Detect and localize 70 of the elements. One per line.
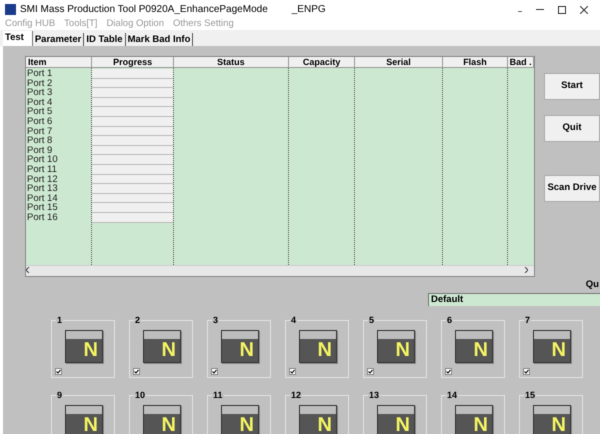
tab[interactable]: Test bbox=[3, 31, 33, 46]
table-cell-text: Port 11 bbox=[26, 164, 58, 175]
status-letter: N bbox=[82, 339, 99, 362]
port-number: 6 bbox=[446, 315, 454, 325]
port-number: 13 bbox=[368, 390, 380, 400]
column-header[interactable]: Status bbox=[174, 57, 289, 68]
table-cell-text: Port 13 bbox=[26, 184, 59, 194]
column-header[interactable]: Flash bbox=[442, 57, 508, 68]
table-cell-text: Port 5 bbox=[26, 107, 54, 117]
port-number: 5 bbox=[368, 315, 376, 325]
port-checkbox[interactable] bbox=[289, 368, 296, 375]
port-checkbox[interactable] bbox=[445, 368, 452, 375]
status-letter: N bbox=[238, 414, 255, 434]
table-cell-text: Port 16 bbox=[26, 212, 59, 222]
status-letter: N bbox=[472, 414, 489, 434]
window-title: SMI Mass Production Tool P0920A_EnhancePageMode bbox=[20, 3, 268, 17]
table-cell-text: Port 3 bbox=[26, 88, 54, 98]
close-icon[interactable] bbox=[580, 6, 588, 14]
port-checkbox[interactable] bbox=[367, 368, 374, 375]
port-checkbox[interactable] bbox=[211, 368, 218, 375]
port-checkbox[interactable] bbox=[523, 368, 530, 375]
column-header[interactable]: Progress bbox=[92, 57, 174, 68]
column-header[interactable]: Item bbox=[26, 57, 92, 68]
table-cell-text: Port 10 bbox=[26, 155, 59, 165]
status-letter: N bbox=[160, 339, 177, 362]
port-number: 10 bbox=[134, 390, 146, 400]
table-cell-text: Port 4 bbox=[26, 98, 54, 108]
status-letter: N bbox=[550, 414, 567, 434]
port-number: 4 bbox=[290, 315, 298, 325]
status-letter: N bbox=[160, 414, 177, 434]
table-cell-text: Port 2 bbox=[26, 78, 54, 88]
port-number: 2 bbox=[134, 315, 142, 325]
port-number: 7 bbox=[524, 315, 532, 325]
window-title-suffix: _ENPG bbox=[292, 3, 326, 17]
port-checkbox[interactable] bbox=[133, 368, 140, 375]
table-cell-text: Port 14 bbox=[26, 194, 59, 204]
status-letter: N bbox=[316, 339, 333, 362]
port-number: 3 bbox=[212, 315, 220, 325]
port-number: 12 bbox=[290, 390, 302, 400]
horizontal-scrollbar[interactable] bbox=[26, 265, 534, 276]
table-cell-text: Port 1 bbox=[26, 69, 54, 79]
action-button[interactable]: Start bbox=[544, 73, 600, 100]
port-number: 14 bbox=[446, 390, 458, 400]
column-header[interactable]: Serial bbox=[355, 57, 443, 68]
status-letter: N bbox=[472, 339, 489, 362]
port-number: 11 bbox=[212, 390, 224, 400]
status-letter: N bbox=[550, 339, 567, 362]
table-cell-text: Port 8 bbox=[26, 136, 54, 146]
table-cell-text: Port 6 bbox=[26, 116, 54, 127]
port-number: 9 bbox=[56, 390, 64, 400]
status-letter: N bbox=[82, 414, 99, 434]
action-button[interactable]: Quit bbox=[544, 115, 600, 142]
status-letter: N bbox=[316, 414, 333, 434]
port-number: 15 bbox=[524, 390, 536, 400]
column-header[interactable]: Capacity bbox=[288, 57, 356, 68]
port-checkbox[interactable] bbox=[55, 368, 62, 375]
field-label: Qu bbox=[586, 279, 599, 291]
status-letter: N bbox=[394, 339, 411, 362]
status-letter: N bbox=[238, 339, 255, 362]
table-cell-text: Port 9 bbox=[26, 146, 52, 156]
port-number: 1 bbox=[56, 315, 64, 325]
setting-field[interactable]: Default bbox=[428, 293, 600, 306]
action-button[interactable]: Scan Drive bbox=[544, 175, 600, 202]
table-cell-text: Port 15 bbox=[26, 203, 59, 213]
table-cell-text: Port 12 bbox=[26, 174, 59, 184]
app-icon bbox=[5, 4, 16, 15]
maximize-icon[interactable] bbox=[558, 6, 566, 14]
status-letter: N bbox=[394, 414, 411, 434]
column-header[interactable]: Bad . bbox=[508, 57, 534, 68]
table-cell-text: Port 7 bbox=[26, 126, 54, 136]
